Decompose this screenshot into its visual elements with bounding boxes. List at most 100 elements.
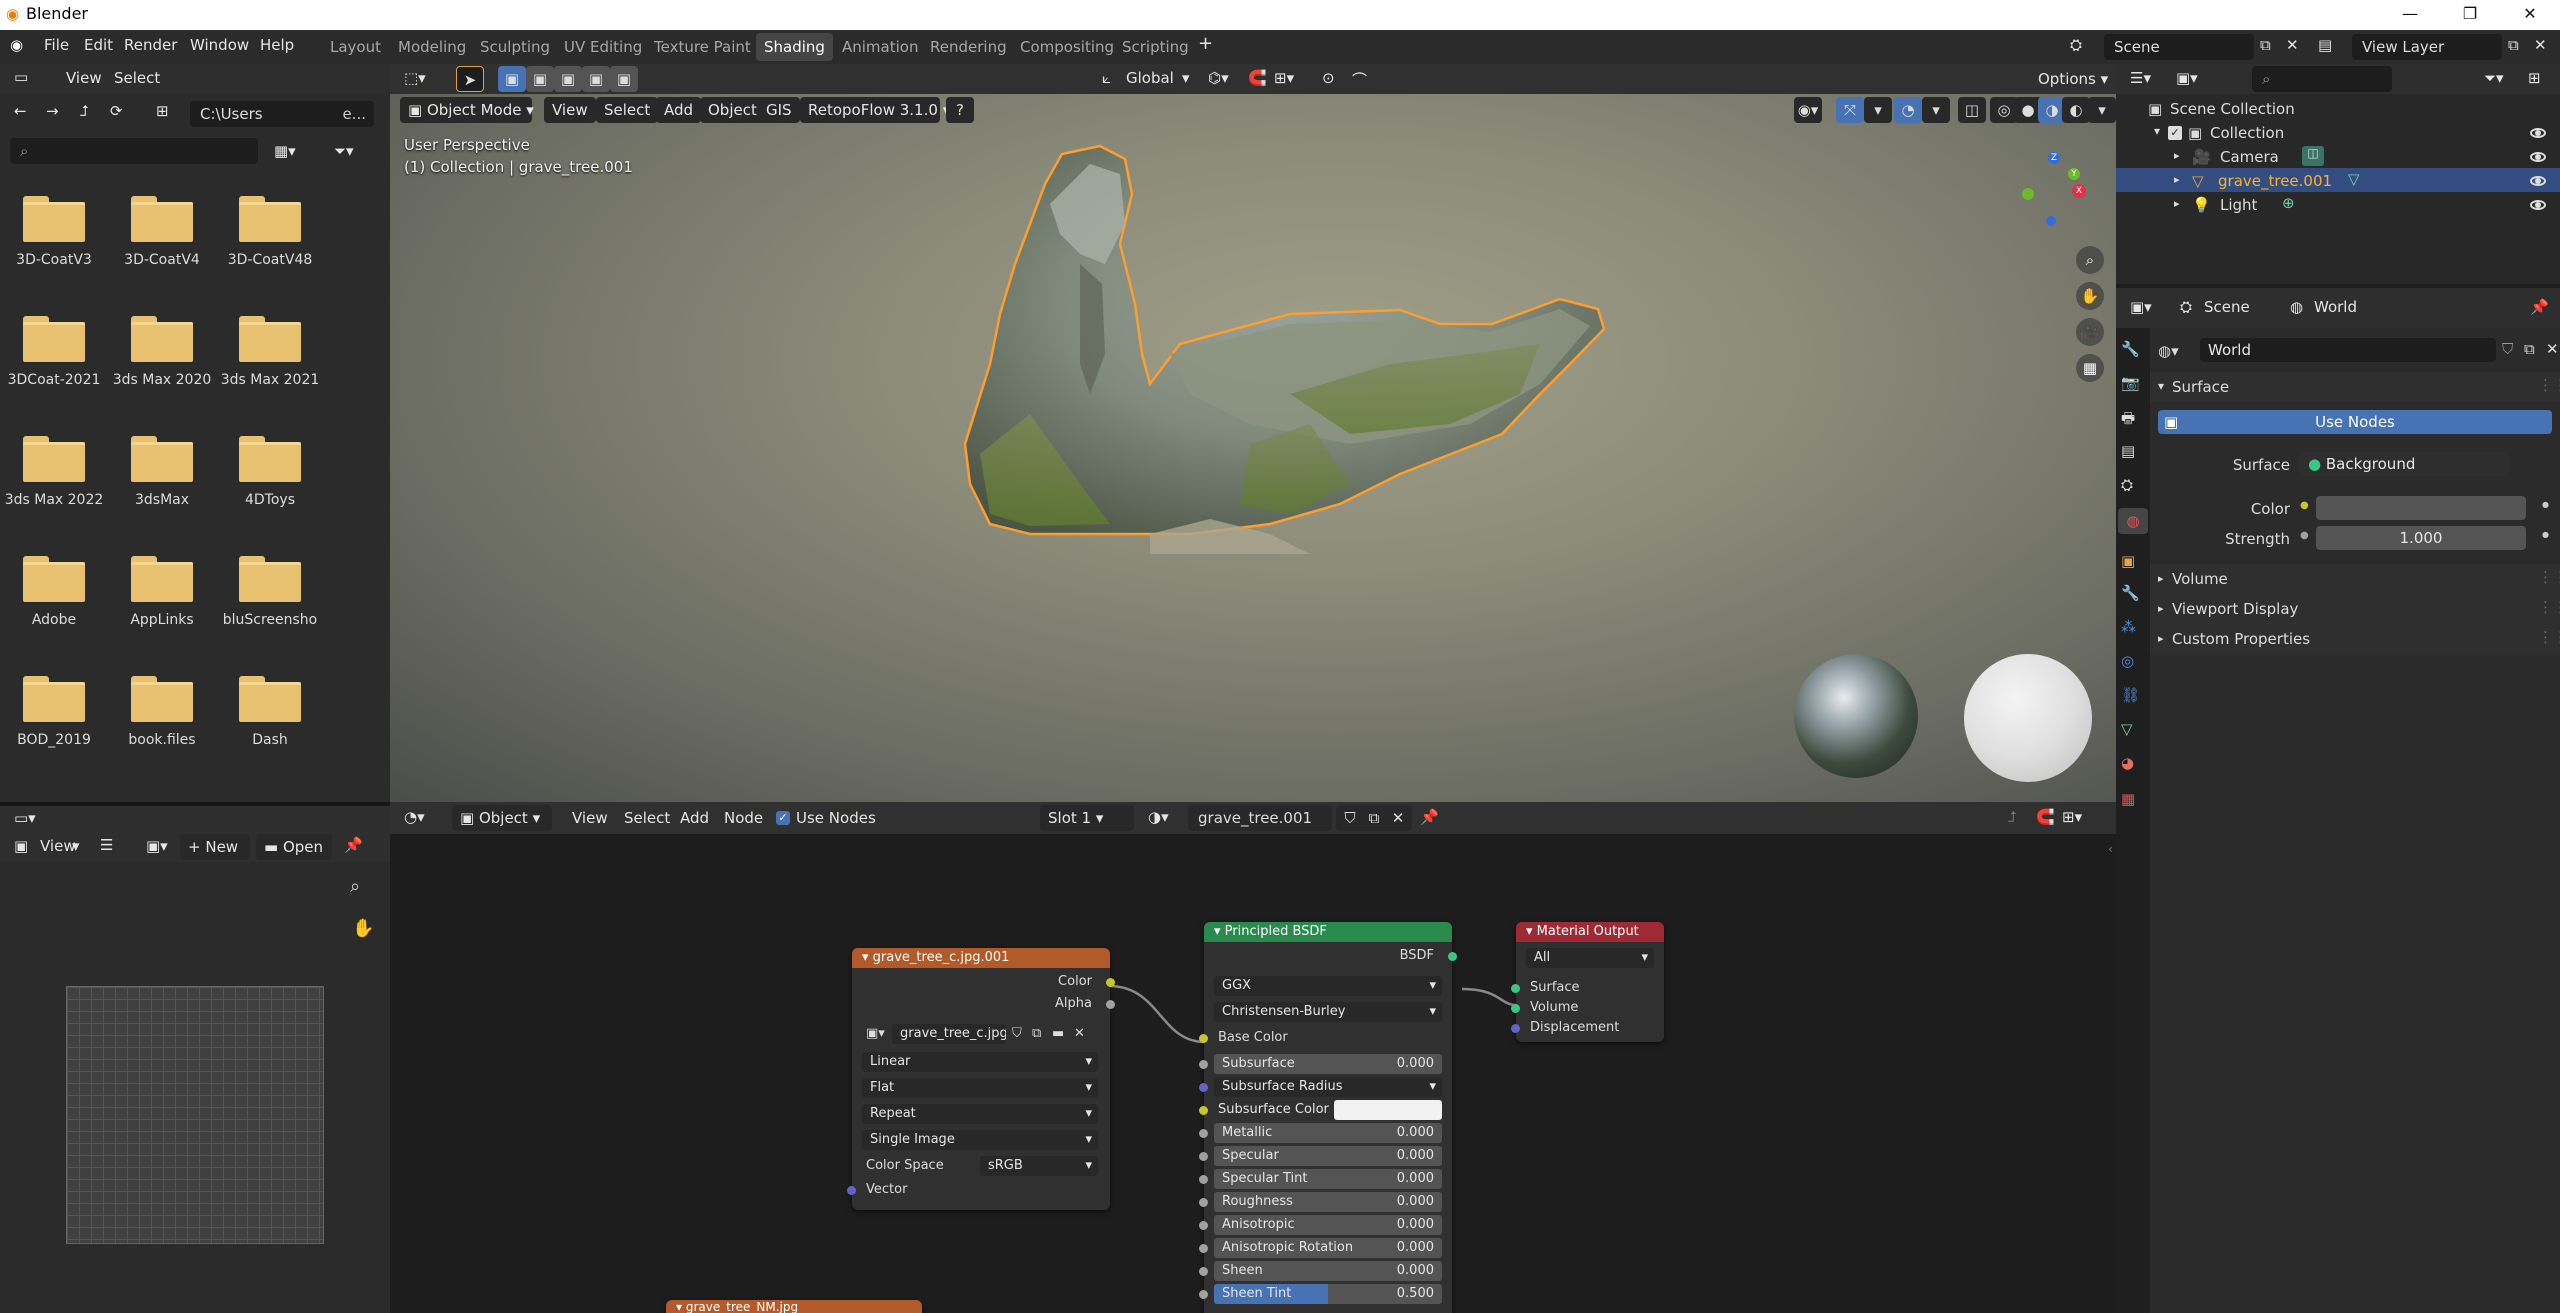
- keyframe-dot-icon[interactable]: ●: [2542, 500, 2549, 509]
- color-space-dropdown[interactable]: sRGB ▾: [980, 1156, 1098, 1176]
- strength-field[interactable]: 1.000: [2316, 526, 2526, 550]
- image-texture-node[interactable]: ▾ grave_tree_c.jpg.001 Color Alpha ▣▾ gr…: [847, 948, 1115, 1210]
- bsdf-field-subsurface-radius[interactable]: Subsurface Radius ▾: [1214, 1077, 1442, 1097]
- bsdf-input-socket[interactable]: [1199, 1106, 1208, 1115]
- source-dropdown[interactable]: Single Image ▾: [862, 1130, 1098, 1150]
- new-collection-icon[interactable]: ⊞: [2528, 69, 2541, 87]
- gizmo-y-icon[interactable]: Y: [2068, 168, 2080, 180]
- folder-icon[interactable]: [131, 676, 193, 722]
- editor-type-icon[interactable]: ▭▾: [14, 809, 36, 827]
- tab-scripting[interactable]: Scripting: [1114, 33, 1197, 61]
- file-item-label[interactable]: 3D-CoatV48: [216, 252, 324, 268]
- folder-icon[interactable]: [239, 316, 301, 362]
- normal-map-image-node[interactable]: ▾ grave_tree_NM.jpg: [666, 1300, 922, 1313]
- outliner-item-scene-collection[interactable]: Scene Collection: [2170, 100, 2295, 118]
- output-tab-icon[interactable]: 🖶: [2121, 408, 2135, 433]
- folder-icon[interactable]: [239, 676, 301, 722]
- outliner-selected-row[interactable]: [2116, 168, 2560, 192]
- render-tab-icon[interactable]: 📷: [2121, 374, 2140, 392]
- fake-user-icon[interactable]: ⛉: [2502, 340, 2513, 358]
- new-view-layer-icon[interactable]: ⧉: [2508, 36, 2519, 54]
- tab-modeling[interactable]: Modeling: [390, 33, 474, 61]
- expand-light-icon[interactable]: ▸: [2174, 197, 2180, 210]
- extension-dropdown[interactable]: Repeat ▾: [862, 1104, 1098, 1124]
- file-item-label[interactable]: book.files: [108, 732, 216, 748]
- folder-icon[interactable]: [23, 316, 85, 362]
- texture-tab-icon[interactable]: ▦: [2121, 790, 2135, 808]
- scene-icon[interactable]: ⛭: [2070, 36, 2082, 54]
- expand-grave-icon[interactable]: ▸: [2174, 173, 2180, 186]
- duplicate-image-icon[interactable]: ⧉: [1032, 1026, 1041, 1041]
- filter-icon[interactable]: ⏷▾: [334, 142, 354, 160]
- unlink-image-icon[interactable]: ✕: [1074, 1026, 1085, 1041]
- fake-user-icon[interactable]: ⛉: [1012, 1026, 1022, 1041]
- forward-icon[interactable]: →: [46, 102, 59, 120]
- output-node-header[interactable]: ▾ Material Output: [1516, 922, 1664, 942]
- tab-shading[interactable]: Shading: [756, 33, 833, 61]
- file-item-label[interactable]: AppLinks: [108, 612, 216, 628]
- zoom-icon[interactable]: ⌕: [2076, 246, 2104, 274]
- refresh-icon[interactable]: ⟳: [110, 102, 123, 120]
- tab-layout[interactable]: Layout: [322, 33, 389, 61]
- file-item-label[interactable]: Dash: [216, 732, 324, 748]
- data-tab-icon[interactable]: ▽: [2121, 720, 2133, 738]
- file-item-label[interactable]: bluScreensho: [216, 612, 324, 628]
- file-item-label[interactable]: BOD_2019: [0, 732, 108, 748]
- outliner-search-input[interactable]: ⌕: [2252, 66, 2392, 92]
- base-color-socket[interactable]: [1199, 1034, 1208, 1043]
- file-item-label[interactable]: 3DCoat-2021: [0, 372, 108, 388]
- expand-camera-icon[interactable]: ▸: [2174, 149, 2180, 162]
- custom-properties-panel-header[interactable]: ▸ Custom Properties ⋮⋮: [2150, 624, 2560, 654]
- particles-tab-icon[interactable]: ⁂: [2121, 618, 2136, 636]
- scene-tab-icon[interactable]: ⛭: [2121, 476, 2133, 494]
- open-image-button[interactable]: ▬ Open: [256, 834, 332, 860]
- folder-icon[interactable]: [23, 556, 85, 602]
- bsdf-field-subsurface-color[interactable]: Subsurface Color: [1214, 1100, 1442, 1120]
- scene-selector[interactable]: Scene: [2104, 34, 2254, 60]
- folder-icon[interactable]: [23, 676, 85, 722]
- maximize-button[interactable]: ❐: [2440, 0, 2500, 30]
- parent-dir-icon[interactable]: ⮥: [80, 102, 89, 120]
- tab-sculpting[interactable]: Sculpting: [472, 33, 558, 61]
- volume-socket[interactable]: [1511, 1004, 1520, 1013]
- folder-icon[interactable]: [23, 436, 85, 482]
- gizmo-neg-y-icon[interactable]: [2022, 188, 2034, 200]
- displacement-socket[interactable]: [1511, 1024, 1520, 1033]
- drag-handle-icon[interactable]: ⋮⋮: [2538, 628, 2560, 646]
- shader-node-editor[interactable]: ◔▾ ▣ Object ▾ View Select Add Node ✓ Use…: [390, 802, 2116, 1313]
- image-node-header[interactable]: ▾ grave_tree_c.jpg.001: [852, 948, 1110, 968]
- collection-checkbox[interactable]: ✓: [2168, 126, 2182, 140]
- bsdf-field-specular-tint[interactable]: Specular Tint 0.000: [1214, 1169, 1442, 1189]
- tool-tab-icon[interactable]: 🔧: [2121, 340, 2140, 358]
- material-tab-icon[interactable]: ◕: [2121, 754, 2134, 772]
- navigation-gizmo[interactable]: Z X Y: [2010, 144, 2100, 234]
- outliner-item-grave-tree[interactable]: grave_tree.001: [2218, 172, 2332, 190]
- tab-rendering[interactable]: Rendering: [922, 33, 1015, 61]
- drag-handle-icon[interactable]: ⋮⋮: [2538, 598, 2560, 616]
- file-item-label[interactable]: 3D-CoatV3: [0, 252, 108, 268]
- view-layer-icon[interactable]: ▤: [2318, 36, 2332, 54]
- pin-icon[interactable]: 📌: [344, 836, 363, 854]
- fb-menu-view[interactable]: View: [66, 69, 102, 87]
- tab-compositing[interactable]: Compositing: [1012, 33, 1122, 61]
- eye-icon[interactable]: [2530, 200, 2546, 210]
- surface-shader-field[interactable]: ● Background: [2298, 452, 2510, 476]
- image-browse-icon[interactable]: ▣▾: [146, 837, 168, 855]
- image-out-color-socket[interactable]: [1106, 978, 1115, 987]
- editor-type-icon[interactable]: ▭: [14, 68, 28, 86]
- surface-panel-header[interactable]: ▾ Surface ⋮⋮: [2150, 372, 2560, 402]
- ie-menu-view[interactable]: View: [40, 837, 76, 855]
- sss-method-dropdown[interactable]: Christensen-Burley ▾: [1214, 1002, 1442, 1022]
- hamburger-icon[interactable]: ☰: [100, 836, 113, 854]
- menu-edit[interactable]: Edit: [84, 36, 113, 54]
- close-button[interactable]: ✕: [2500, 0, 2560, 30]
- keyframe-dot-icon[interactable]: ●: [2542, 530, 2549, 539]
- file-item-label[interactable]: 3ds Max 2021: [216, 372, 324, 388]
- physics-tab-icon[interactable]: ◎: [2121, 652, 2134, 670]
- gizmo-x-icon[interactable]: X: [2072, 184, 2086, 198]
- pan-hand-icon[interactable]: ✋: [352, 918, 374, 939]
- folder-icon[interactable]: [239, 196, 301, 242]
- file-item-label[interactable]: 3dsMax: [108, 492, 216, 508]
- projection-dropdown[interactable]: Flat ▾: [862, 1078, 1098, 1098]
- zoom-icon[interactable]: ⌕: [350, 876, 360, 897]
